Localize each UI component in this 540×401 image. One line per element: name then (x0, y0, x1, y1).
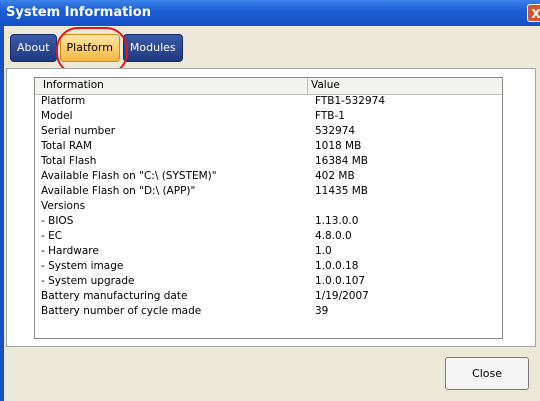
row-value: FTB-1 (315, 110, 345, 122)
row-info: Platform (41, 95, 86, 107)
table-row[interactable]: - BIOS 1.13.0.0 (35, 215, 502, 230)
row-info: - System upgrade (41, 275, 135, 287)
column-header-information[interactable]: Information (43, 79, 104, 91)
row-info: - BIOS (41, 215, 74, 227)
row-value: FTB1-532974 (315, 95, 386, 107)
tab-about[interactable]: About (10, 34, 57, 62)
table-row[interactable]: Versions (35, 200, 502, 215)
table-row[interactable]: Model FTB-1 (35, 110, 502, 125)
row-info: Total RAM (41, 140, 92, 152)
row-info: - Hardware (41, 245, 99, 257)
window-left-edge (0, 26, 4, 401)
row-info: Total Flash (41, 155, 97, 167)
table-row[interactable]: Platform FTB1-532974 (35, 95, 502, 110)
tab-platform[interactable]: Platform (59, 34, 120, 62)
table-row[interactable]: Available Flash on "D:\ (APP)" 11435 MB (35, 185, 502, 200)
system-information-window: System Information X About Platform Modu… (0, 0, 540, 401)
row-value: 4.8.0.0 (315, 230, 352, 242)
column-divider[interactable] (307, 78, 308, 94)
row-info: Model (41, 110, 73, 122)
tab-modules[interactable]: Modules (122, 34, 183, 62)
window-title: System Information (6, 5, 151, 20)
row-info: - System image (41, 260, 124, 272)
table-row[interactable]: Serial number 532974 (35, 125, 502, 140)
table-row[interactable]: Battery manufacturing date 1/19/2007 (35, 290, 502, 305)
table-row[interactable]: - System upgrade 1.0.0.107 (35, 275, 502, 290)
row-info: - EC (41, 230, 63, 242)
row-value: 39 (315, 305, 329, 317)
row-info: Available Flash on "D:\ (APP)" (41, 185, 196, 197)
table-row[interactable]: Battery number of cycle made 39 (35, 305, 502, 320)
table-body: Platform FTB1-532974 Model FTB-1 Serial nu… (35, 95, 502, 320)
table-row[interactable]: Available Flash on "C:\ (SYSTEM)" 402 MB (35, 170, 502, 185)
info-table: Information Value Platform FTB1-532974 Mo… (34, 77, 503, 339)
table-row[interactable]: Total Flash 16384 MB (35, 155, 502, 170)
table-row[interactable]: - Hardware 1.0 (35, 245, 502, 260)
row-value: 532974 (315, 125, 356, 137)
tab-bar: About Platform Modules (10, 34, 186, 62)
row-info: Battery number of cycle made (41, 305, 202, 317)
row-value: 1.0.0.18 (315, 260, 359, 272)
row-value: 402 MB (315, 170, 355, 182)
table-header: Information Value (35, 78, 502, 95)
row-value: 1.13.0.0 (315, 215, 359, 227)
close-button[interactable]: Close (445, 357, 529, 390)
table-row[interactable]: - System image 1.0.0.18 (35, 260, 502, 275)
row-info: Battery manufacturing date (41, 290, 188, 302)
row-value: 1/19/2007 (315, 290, 369, 302)
row-info: Available Flash on "C:\ (SYSTEM)" (41, 170, 217, 182)
row-value: 1.0.0.107 (315, 275, 366, 287)
table-row[interactable]: Total RAM 1018 MB (35, 140, 502, 155)
row-info: Serial number (41, 125, 116, 137)
table-row[interactable]: - EC 4.8.0.0 (35, 230, 502, 245)
row-value: 16384 MB (315, 155, 369, 167)
column-header-value[interactable]: Value (311, 79, 340, 91)
row-value: 1.0 (315, 245, 332, 257)
row-value: 1018 MB (315, 140, 362, 152)
close-window-icon[interactable]: X (527, 4, 540, 22)
row-value: 11435 MB (315, 185, 369, 197)
title-bar[interactable]: System Information X (0, 0, 540, 26)
row-info: Versions (41, 200, 86, 212)
